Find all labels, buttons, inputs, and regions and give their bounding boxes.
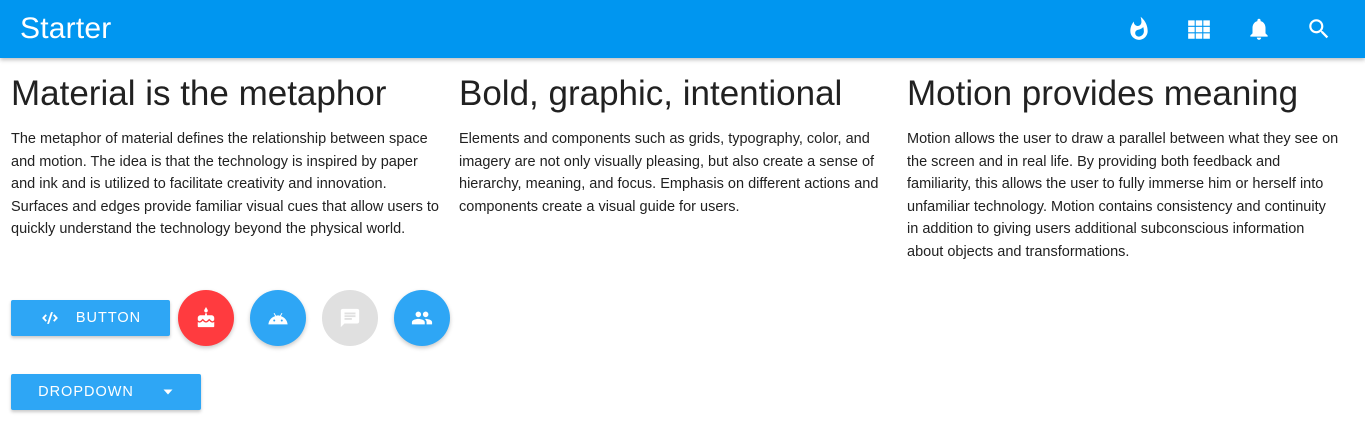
column-body: Elements and components such as grids, t… — [459, 131, 879, 215]
group-icon — [411, 311, 433, 325]
apps-button[interactable] — [1169, 0, 1229, 58]
android-fab[interactable] — [250, 290, 306, 346]
bell-icon — [1250, 18, 1268, 40]
feature-column-motion: Motion provides meaning Motion allows th… — [907, 70, 1355, 263]
apps-grid-icon — [1188, 20, 1210, 39]
group-fab[interactable] — [394, 290, 450, 346]
chat-fab[interactable] — [322, 290, 378, 346]
caret-down-icon — [163, 389, 173, 395]
chat-icon — [340, 308, 360, 328]
search-icon — [1309, 19, 1329, 39]
app-title[interactable]: Starter — [20, 12, 111, 46]
column-heading: Bold, graphic, intentional — [459, 74, 843, 113]
app-bar-actions — [1109, 0, 1349, 58]
notifications-button[interactable] — [1229, 0, 1289, 58]
feature-column-metaphor: Material is the metaphor The metaphor of… — [11, 70, 459, 263]
search-button[interactable] — [1289, 0, 1349, 58]
main-button[interactable]: BUTTON — [11, 300, 170, 336]
fire-icon — [1130, 16, 1148, 40]
dropdown-button[interactable]: DROPDOWN — [11, 374, 201, 410]
app-bar: Starter — [0, 0, 1365, 58]
fire-button[interactable] — [1109, 0, 1169, 58]
column-body: The metaphor of material defines the rel… — [11, 131, 439, 237]
android-icon — [268, 312, 288, 325]
feature-column-graphic: Bold, graphic, intentional Elements and … — [459, 70, 907, 263]
cake-fab[interactable] — [178, 290, 234, 346]
code-icon — [41, 312, 58, 324]
column-heading: Motion provides meaning — [907, 74, 1299, 113]
cake-icon — [197, 307, 215, 328]
column-heading: Material is the metaphor — [11, 74, 387, 113]
main-button-label: BUTTON — [75, 310, 142, 326]
dropdown-label: DROPDOWN — [38, 384, 134, 400]
button-row: BUTTON — [11, 290, 450, 346]
feature-columns: Material is the metaphor The metaphor of… — [11, 70, 1355, 263]
column-body: Motion allows the user to draw a paralle… — [907, 131, 1339, 260]
